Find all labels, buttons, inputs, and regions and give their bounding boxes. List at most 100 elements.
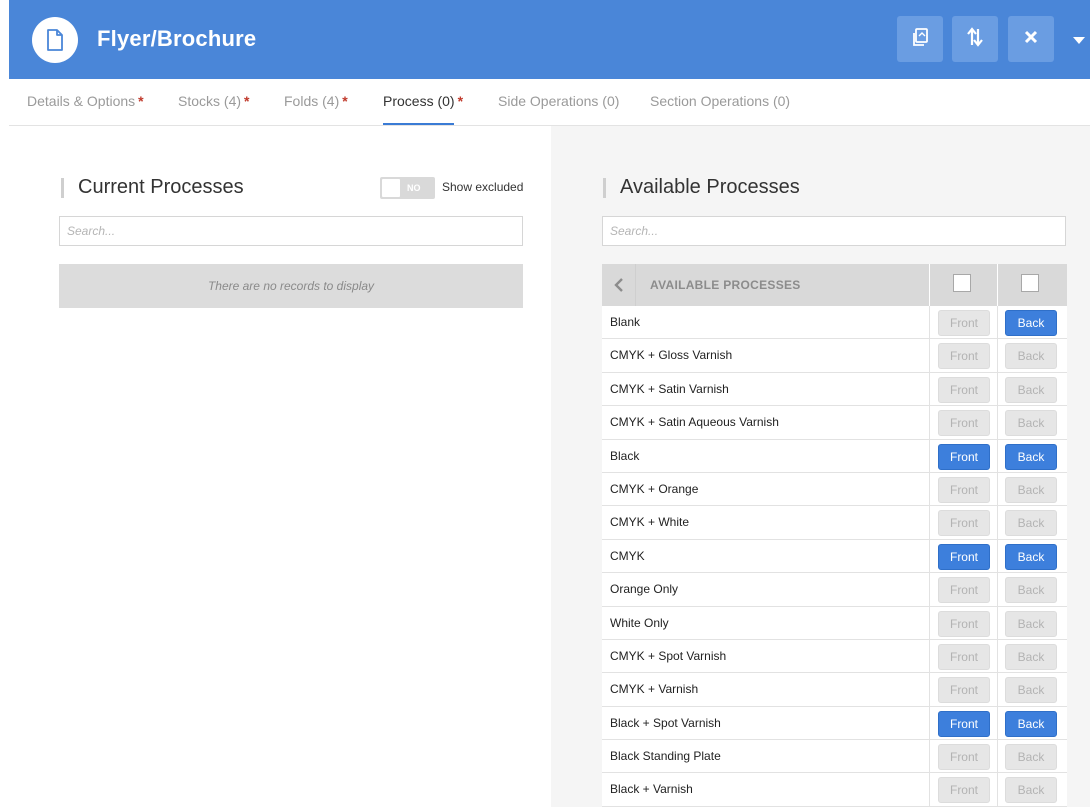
back-button[interactable]: Back xyxy=(1005,543,1057,570)
column-divider xyxy=(997,264,998,306)
front-button[interactable]: Front xyxy=(938,476,990,503)
back-button[interactable]: Back xyxy=(1005,376,1057,403)
table-header-label: AVAILABLE PROCESSES xyxy=(650,278,801,292)
tab-label: Side Operations (0) xyxy=(498,93,620,109)
front-button[interactable]: Front xyxy=(938,510,990,537)
column-divider xyxy=(929,639,930,673)
front-button[interactable]: Front xyxy=(938,777,990,804)
column-divider xyxy=(929,506,930,539)
back-button[interactable]: Back xyxy=(1005,510,1057,537)
column-divider xyxy=(997,406,998,439)
header-bar: Flyer/Brochure xyxy=(9,0,1090,79)
process-name: Black xyxy=(610,448,640,463)
sort-button[interactable] xyxy=(952,16,998,62)
tab-bar: Details & Options * Stocks (4) * Folds (4)… xyxy=(9,79,1090,126)
process-name: Black Standing Plate xyxy=(610,749,721,764)
front-button[interactable]: Front xyxy=(938,710,990,737)
front-button[interactable]: Front xyxy=(938,610,990,637)
column-divider xyxy=(997,706,998,740)
table-row: CMYK + Spot Varnish Front Back xyxy=(602,639,1067,674)
table-row: CMYK + Satin Varnish Front Back xyxy=(602,372,1067,407)
chevron-left-icon[interactable] xyxy=(602,264,636,306)
tab-folds[interactable]: Folds (4) * xyxy=(284,93,348,109)
tab-label: Folds (4) xyxy=(284,93,340,109)
front-button[interactable]: Front xyxy=(938,577,990,604)
back-button[interactable]: Back xyxy=(1005,577,1057,604)
process-name: CMYK + White xyxy=(610,515,690,530)
column-divider xyxy=(997,740,998,773)
caret-down-icon[interactable] xyxy=(1072,33,1086,45)
back-button[interactable]: Back xyxy=(1005,643,1057,670)
back-button[interactable]: Back xyxy=(1005,476,1057,503)
table-row: Orange Only Front Back xyxy=(602,573,1067,607)
front-button[interactable]: Front xyxy=(938,410,990,437)
back-button[interactable]: Back xyxy=(1005,744,1057,771)
table-row: Black Front Back xyxy=(602,439,1067,473)
sort-icon xyxy=(966,26,984,52)
column-divider xyxy=(929,606,930,639)
back-button[interactable]: Back xyxy=(1005,610,1057,637)
column-divider xyxy=(929,472,930,506)
column-divider xyxy=(929,439,930,472)
required-marker: * xyxy=(457,93,464,109)
front-button[interactable]: Front xyxy=(938,310,990,336)
available-processes-panel: Available Processes AVAILABLE PROCESSES … xyxy=(551,126,1090,807)
process-name: White Only xyxy=(610,615,669,630)
process-name: CMYK xyxy=(610,548,645,563)
required-marker: * xyxy=(244,93,250,109)
app-title: Flyer/Brochure xyxy=(97,26,257,51)
tab-label: Details & Options xyxy=(27,93,136,109)
available-search-input[interactable] xyxy=(602,216,1066,246)
tab-stocks[interactable]: Stocks (4) * xyxy=(178,93,249,109)
section-accent-bar xyxy=(603,178,606,198)
back-button[interactable]: Back xyxy=(1005,777,1057,804)
back-button[interactable]: Back xyxy=(1005,443,1057,470)
back-button[interactable]: Back xyxy=(1005,343,1057,370)
front-button[interactable]: Front xyxy=(938,343,990,370)
front-button[interactable]: Front xyxy=(938,744,990,771)
column-divider xyxy=(997,539,998,573)
back-button[interactable]: Back xyxy=(1005,410,1057,437)
show-excluded-toggle[interactable]: NO xyxy=(380,177,435,199)
tab-side-operations[interactable]: Side Operations (0) xyxy=(498,93,619,109)
column-divider xyxy=(929,706,930,740)
tab-label: Stocks (4) xyxy=(178,93,242,109)
copy-button[interactable] xyxy=(897,16,943,62)
required-marker: * xyxy=(342,93,348,109)
tab-details-options[interactable]: Details & Options * xyxy=(27,93,144,109)
select-all-front-checkbox[interactable] xyxy=(953,274,971,292)
table-header: AVAILABLE PROCESSES xyxy=(602,264,1067,306)
front-button[interactable]: Front xyxy=(938,376,990,403)
process-name: Blank xyxy=(610,315,641,329)
column-divider xyxy=(929,740,930,773)
column-divider xyxy=(929,264,930,306)
front-button[interactable]: Front xyxy=(938,543,990,570)
current-search-input[interactable] xyxy=(59,216,523,246)
close-icon xyxy=(1024,30,1038,49)
close-button[interactable] xyxy=(1008,16,1054,62)
front-button[interactable]: Front xyxy=(938,643,990,670)
current-processes-title: Current Processes xyxy=(78,176,244,198)
column-divider xyxy=(997,773,998,806)
front-button[interactable]: Front xyxy=(938,677,990,704)
process-name: Black + Spot Varnish xyxy=(610,715,721,730)
back-button[interactable]: Back xyxy=(1005,710,1057,737)
table-row: Black + Varnish Front Back xyxy=(602,773,1067,807)
select-all-back-checkbox[interactable] xyxy=(1021,274,1039,292)
process-name: Black + Varnish xyxy=(610,782,693,797)
toggle-state: NO xyxy=(407,183,421,193)
back-button[interactable]: Back xyxy=(1005,310,1057,336)
column-divider xyxy=(997,372,998,406)
tab-process[interactable]: Process (0) * xyxy=(383,93,463,109)
product-window: Flyer/Brochure Details & Options * Stock… xyxy=(9,0,1090,807)
front-button[interactable]: Front xyxy=(938,443,990,470)
table-row: CMYK Front Back xyxy=(602,539,1067,574)
column-divider xyxy=(997,673,998,706)
column-divider xyxy=(929,673,930,706)
back-button[interactable]: Back xyxy=(1005,677,1057,704)
tab-section-operations[interactable]: Section Operations (0) xyxy=(650,93,790,109)
column-divider xyxy=(997,639,998,673)
table-row: CMYK + White Front Back xyxy=(602,506,1067,540)
active-tab-indicator xyxy=(383,123,454,125)
column-divider xyxy=(929,539,930,573)
